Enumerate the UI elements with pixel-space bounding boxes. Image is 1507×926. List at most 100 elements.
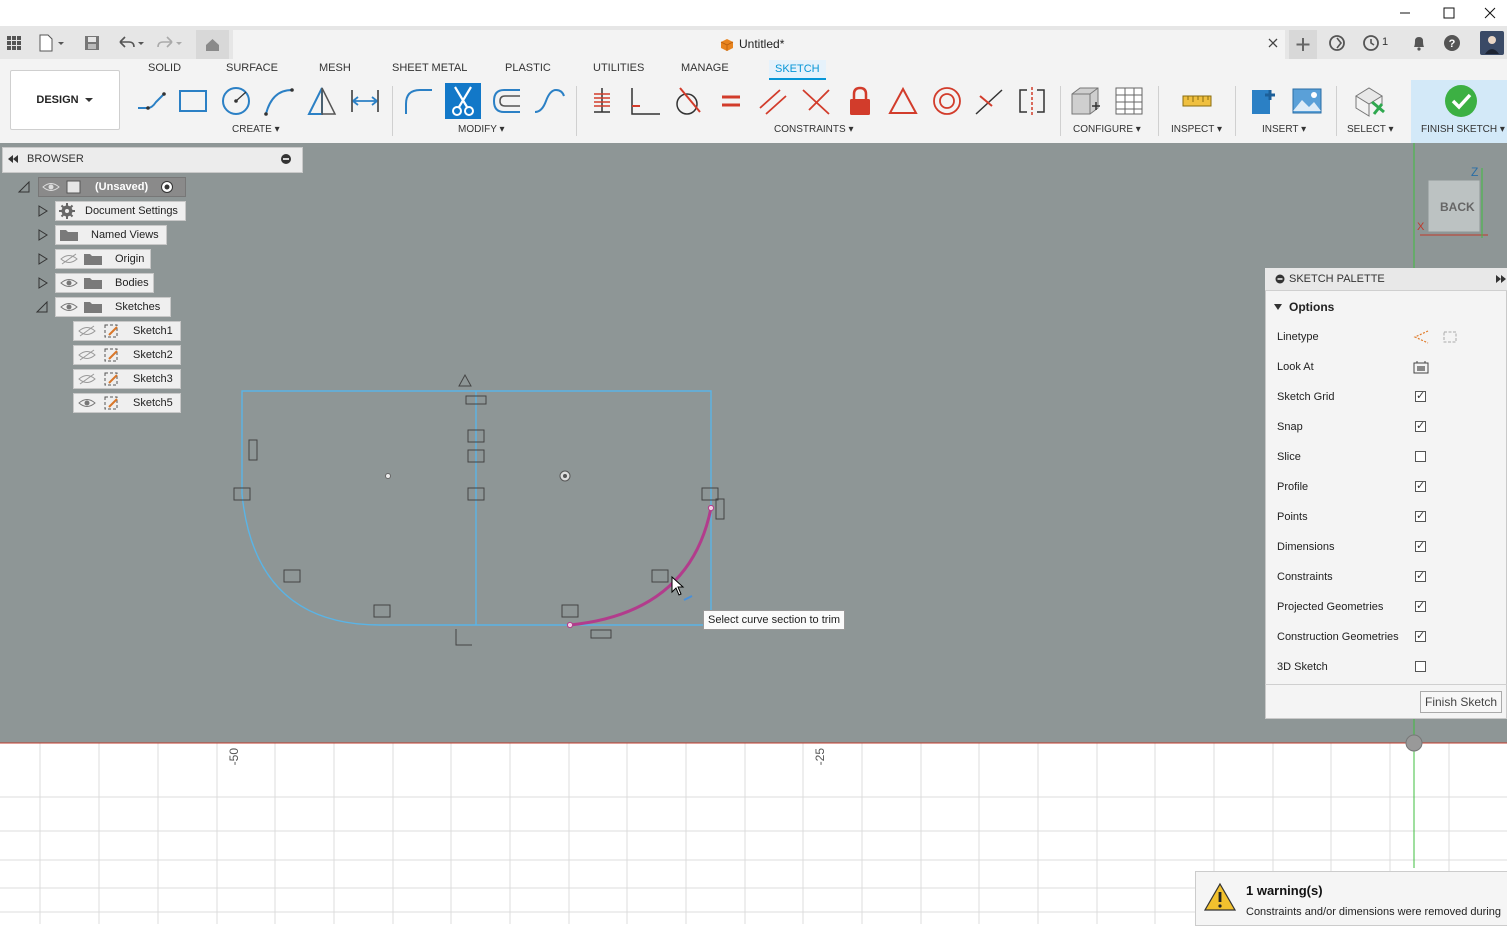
dimension-tool[interactable] (348, 84, 382, 118)
sketch-point[interactable] (566, 621, 574, 629)
tab-utilities[interactable]: UTILITIES (593, 62, 644, 78)
slice-checkbox[interactable] (1415, 451, 1426, 462)
offset-tool[interactable] (490, 84, 524, 118)
palette-collapse-icon[interactable] (1275, 274, 1285, 287)
fix-constraint-tool[interactable] (586, 84, 620, 118)
job-status-button[interactable] (1362, 34, 1380, 55)
tab-sheet-metal[interactable]: SHEET METAL (392, 62, 467, 78)
tab-surface[interactable]: SURFACE (226, 62, 278, 78)
inspect-group-label[interactable]: INSPECT ▾ (1171, 124, 1222, 135)
file-menu-button[interactable] (38, 34, 68, 55)
constraints-checkbox[interactable] (1415, 569, 1426, 582)
tab-mesh[interactable]: MESH (319, 62, 351, 78)
fillet-tool[interactable] (402, 84, 436, 118)
browser-item-sketch2[interactable]: Sketch2 (73, 345, 181, 365)
spline-tool[interactable] (532, 84, 566, 118)
browser-item-sketch1[interactable]: Sketch1 (73, 321, 181, 341)
browser-item-sketch5[interactable]: Sketch5 (73, 393, 181, 413)
tab-solid[interactable]: SOLID (148, 62, 181, 78)
constraint-glyphs[interactable] (233, 373, 725, 646)
fix-unfix-tool[interactable] (843, 84, 877, 118)
select-tool[interactable] (1352, 84, 1386, 118)
root-expander[interactable] (17, 180, 31, 196)
select-group-label[interactable]: SELECT ▾ (1347, 124, 1394, 135)
browser-item-named-views[interactable]: Named Views (55, 225, 167, 245)
workspace-switcher[interactable]: DESIGN (10, 70, 120, 130)
measure-tool[interactable] (1180, 84, 1214, 118)
rectangle-tool[interactable] (176, 84, 210, 118)
sketch-point[interactable] (385, 473, 391, 479)
3d-sketch-checkbox[interactable] (1415, 661, 1426, 672)
palette-expand-icon[interactable] (1495, 274, 1507, 287)
centerline-linetype-button[interactable] (1441, 329, 1459, 348)
sketch-profile[interactable] (241, 390, 712, 626)
finish-sketch-palette-button[interactable]: Finish Sketch (1420, 691, 1502, 713)
perpendicular-constraint-tool[interactable] (799, 84, 833, 118)
minimize-button[interactable] (1382, 0, 1428, 26)
collinear-constraint-tool[interactable] (972, 84, 1006, 118)
origin-point[interactable] (1405, 734, 1423, 752)
coincident-constraint-tool[interactable] (628, 84, 662, 118)
snap-checkbox[interactable] (1415, 419, 1426, 432)
expand-arrow-icon[interactable] (37, 277, 49, 292)
trim-tool[interactable] (445, 83, 481, 119)
modify-group-label[interactable]: MODIFY ▾ (458, 124, 505, 135)
tab-plastic[interactable]: PLASTIC (505, 62, 551, 78)
construction-geometries-checkbox[interactable] (1415, 629, 1426, 642)
look-at-button[interactable] (1412, 359, 1430, 378)
profile-checkbox[interactable] (1415, 479, 1426, 492)
polygon-tool[interactable] (305, 84, 339, 118)
insert-group-label[interactable]: INSERT ▾ (1262, 124, 1306, 135)
expand-arrow-icon[interactable] (37, 229, 49, 244)
configurations-tool[interactable] (1112, 84, 1146, 118)
create-group-label[interactable]: CREATE ▾ (232, 124, 280, 135)
points-checkbox[interactable] (1415, 509, 1426, 522)
tangent-constraint-tool[interactable] (670, 84, 704, 118)
dimensions-checkbox[interactable] (1415, 539, 1426, 552)
close-tab-button[interactable] (1267, 37, 1279, 52)
sketch-point[interactable] (707, 504, 715, 512)
concentric-constraint-tool[interactable] (930, 84, 964, 118)
sketch-grid-checkbox[interactable] (1415, 389, 1426, 402)
avatar[interactable] (1480, 31, 1504, 55)
extensions-button[interactable] (1328, 34, 1346, 55)
browser-item-origin[interactable]: Origin (55, 249, 151, 269)
help-button[interactable]: ? (1443, 34, 1461, 55)
parallel-constraint-tool[interactable] (756, 84, 790, 118)
close-window-button[interactable] (1472, 0, 1507, 26)
undo-button[interactable] (116, 34, 148, 55)
arc-tool[interactable] (262, 84, 296, 118)
browser-item-bodies[interactable]: Bodies (55, 273, 154, 293)
collapse-browser-icon[interactable] (7, 154, 19, 167)
new-tab-button[interactable] (1289, 30, 1317, 59)
insert-image-tool[interactable] (1290, 84, 1324, 118)
midpoint-constraint-tool[interactable] (886, 84, 920, 118)
browser-root[interactable]: (Unsaved) (38, 177, 186, 197)
line-tool[interactable] (134, 84, 168, 118)
equal-constraint-tool[interactable] (714, 84, 748, 118)
selected-curve[interactable] (569, 507, 713, 627)
home-button[interactable] (196, 30, 229, 59)
symmetry-constraint-tool[interactable] (1015, 84, 1049, 118)
notifications-button[interactable] (1410, 34, 1428, 55)
configure-group-label[interactable]: CONFIGURE ▾ (1073, 124, 1141, 135)
browser-options-button[interactable] (280, 153, 292, 168)
browser-item-document-settings[interactable]: Document Settings (55, 201, 186, 221)
constraints-group-label[interactable]: CONSTRAINTS ▾ (774, 124, 853, 135)
tab-sketch[interactable]: SKETCH (769, 60, 826, 80)
browser-item-sketches[interactable]: Sketches (55, 297, 171, 317)
projected-geometries-checkbox[interactable] (1415, 599, 1426, 612)
redo-button[interactable] (154, 34, 186, 55)
save-button[interactable] (83, 34, 101, 55)
maximize-button[interactable] (1426, 0, 1472, 26)
collapse-arrow-icon[interactable] (35, 300, 49, 316)
expand-arrow-icon[interactable] (37, 253, 49, 268)
section-collapse-icon[interactable] (1273, 302, 1283, 314)
circle-tool[interactable] (219, 84, 253, 118)
tab-manage[interactable]: MANAGE (681, 62, 729, 78)
insert-component-tool[interactable] (1246, 84, 1280, 118)
parameters-tool[interactable] (1068, 84, 1102, 118)
activate-radio-icon[interactable] (160, 180, 174, 194)
app-grid-button[interactable] (6, 35, 22, 54)
expand-arrow-icon[interactable] (37, 205, 49, 220)
